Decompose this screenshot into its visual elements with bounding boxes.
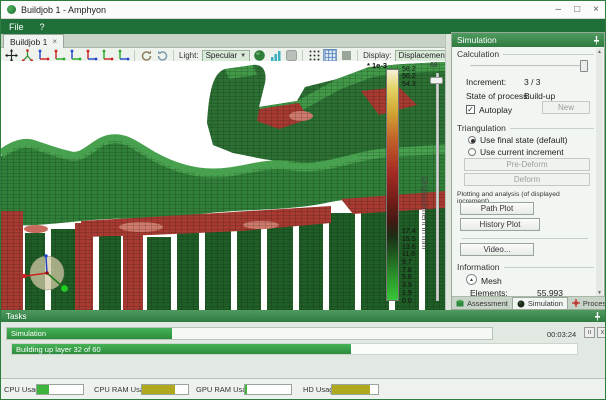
scale-label: 7.8 (402, 266, 412, 274)
autoplay-label: Autoplay (479, 105, 513, 115)
history-plot-button[interactable]: History Plot (460, 218, 540, 231)
tab-label: Buildjob 1 (10, 36, 48, 47)
tab-simulation[interactable]: Simulation (512, 297, 568, 309)
layer-slider[interactable] (436, 73, 439, 301)
usage-bar (331, 384, 379, 395)
scale-multiplier: * 1e-3 (367, 61, 388, 70)
use-current-increment-radio[interactable] (468, 148, 476, 156)
state-value: Build-up (524, 91, 556, 101)
scale-label: 11.6 (402, 251, 416, 259)
state-label: State of process: (466, 91, 530, 101)
layer-slider-value: 68 (430, 62, 438, 69)
usage-bar (36, 384, 84, 395)
scale-label: 9.7 (402, 259, 412, 266)
mesh-render (1, 62, 445, 310)
pre-deform-button[interactable]: Pre-Deform (464, 158, 590, 171)
simulation-panel-content: Calculation Increment: 3 / 3 State of pr… (452, 47, 598, 298)
scale-label: 3.9 (402, 282, 412, 290)
deform-button[interactable]: Deform (464, 173, 590, 186)
simulation-icon (517, 300, 525, 307)
cancel-task-button[interactable]: X (597, 327, 605, 338)
minimize-button[interactable]: – (556, 5, 562, 15)
viewport-3d[interactable]: * 1e-3 58.2 56.2 54.3 17.4 15.5 13.6 11.6 9.7 7… (1, 61, 445, 310)
maximize-button[interactable]: □ (574, 5, 580, 15)
display-select[interactable]: Displacement▼ (394, 49, 445, 62)
displacement-colorbar (386, 69, 399, 301)
mesh-label: Mesh (481, 276, 502, 286)
simulation-panel-header: Simulation (452, 33, 604, 47)
light-select[interactable]: Specular ▼ (201, 49, 251, 62)
chevron-down-icon: ▼ (240, 52, 247, 59)
new-button[interactable]: New (542, 101, 590, 114)
use-final-state-radio[interactable] (468, 136, 476, 144)
increment-slider-thumb[interactable] (580, 60, 588, 72)
path-plot-button[interactable]: Path Plot (460, 202, 534, 215)
pause-task-button[interactable]: II (584, 327, 595, 338)
colorbar-title: Displacement in mm (420, 177, 429, 250)
information-group-title: Information (457, 262, 594, 272)
simulation-progress-bar: Simulation (6, 327, 493, 340)
use-current-increment-label: Use current increment (480, 147, 564, 157)
status-bar: CPU Usage: CPU RAM Usage: GPU RAM Usage: HD… (1, 378, 605, 399)
scale-label: 0.0 (402, 297, 412, 305)
assessment-icon (456, 299, 464, 307)
menu-item-help[interactable]: ? (40, 22, 45, 32)
layer-progress-bar: Building up layer 32 of 60 (11, 343, 578, 355)
scale-label: 56.2 (402, 73, 416, 81)
document-tab-bar: Buildjob 1 × (1, 34, 445, 48)
autoplay-checkbox[interactable]: ✓ (466, 105, 475, 114)
usage-bar (141, 384, 189, 395)
tasks-title: Tasks (6, 311, 27, 321)
panel-title: Simulation (457, 35, 497, 45)
display-label: Display: (363, 51, 392, 60)
scale-label: 1.9 (402, 289, 412, 297)
usage-bar-fill (245, 385, 247, 394)
scale-label: 13.6 (402, 243, 416, 251)
process-icon (571, 299, 580, 307)
pin-icon[interactable] (593, 35, 600, 46)
menu-item-file[interactable]: File (9, 22, 24, 32)
scroll-up-icon[interactable]: ▲ (597, 49, 602, 55)
scale-label: 54.3 (402, 80, 416, 88)
increment-slider[interactable] (470, 65, 588, 67)
pin-icon[interactable] (594, 311, 601, 322)
light-label: Light: (179, 51, 199, 60)
scale-label: 15.5 (402, 235, 416, 243)
mesh-collapse-icon[interactable]: ▲ (466, 274, 477, 285)
simulation-panel: Simulation Calculation Increment: 3 / 3 … (451, 32, 605, 310)
panel-tab-bar: Assessment Simulation Process (452, 296, 605, 309)
window-title: Buildjob 1 - Amphyon (21, 4, 107, 15)
tab-close-icon[interactable]: × (52, 37, 57, 46)
scale-label: 17.4 (402, 228, 416, 235)
usage-bar-fill (332, 385, 371, 394)
title-bar: Buildjob 1 - Amphyon – □ × (1, 1, 605, 19)
amphyon-window: Buildjob 1 - Amphyon – □ × File? Buildjo… (0, 0, 606, 400)
increment-label: Increment: (466, 77, 507, 87)
video-button[interactable]: Video... (460, 243, 534, 256)
usage-bar (244, 384, 292, 395)
scale-label: 58.2 (402, 65, 416, 73)
scale-label: 5.8 (402, 274, 412, 282)
increment-value: 3 / 3 (524, 77, 541, 87)
usage-bar-fill (37, 385, 49, 394)
tab-buildjob-1[interactable]: Buildjob 1 × (3, 34, 65, 48)
calculation-group-title: Calculation (457, 49, 594, 59)
close-button[interactable]: × (593, 5, 599, 15)
tasks-panel-body: Simulation 00:03:24 II X Building up lay… (1, 322, 605, 378)
divider (462, 238, 588, 239)
triangulation-group-title: Triangulation (457, 123, 594, 133)
layer-slider-thumb[interactable] (430, 77, 443, 84)
use-final-state-label: Use final state (default) (480, 135, 568, 145)
tasks-panel-header: Tasks (1, 310, 605, 322)
elapsed-time: 00:03:24 (547, 330, 577, 339)
app-icon (7, 5, 16, 14)
progress-label: Simulation (11, 329, 47, 338)
progress-label: Building up layer 32 of 60 (16, 344, 101, 354)
usage-bar-fill (142, 385, 176, 394)
tab-process[interactable]: Process (567, 297, 605, 309)
panel-scrollbar[interactable]: ▲ ▼ (596, 48, 603, 297)
tab-assessment[interactable]: Assessment (452, 297, 513, 309)
